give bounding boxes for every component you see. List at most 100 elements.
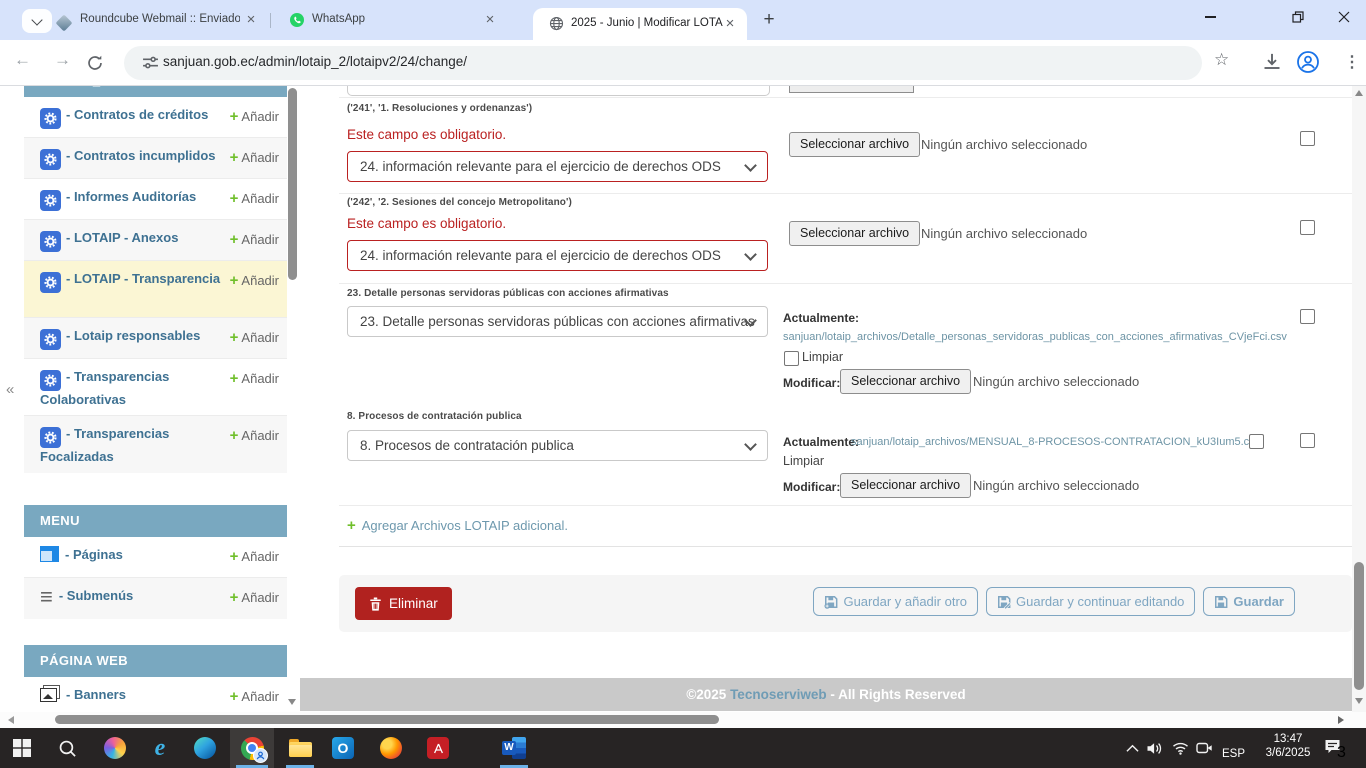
- word-icon: W: [502, 737, 526, 759]
- tray-clock[interactable]: 13:47 3/6/2025: [1258, 733, 1318, 759]
- sidebar-item-lotaip-responsables[interactable]: - Lotaip responsables: [40, 328, 200, 343]
- sidebar-item-transparencias-focalizadas[interactable]: - Transparencias Focalizadas: [40, 426, 169, 464]
- clear-checkbox-23[interactable]: [784, 351, 799, 366]
- page-scrollbar-thumb[interactable]: [1354, 562, 1364, 690]
- tab-search-button[interactable]: [22, 9, 52, 33]
- sidebar-scrollbar-thumb[interactable]: [288, 88, 297, 280]
- scroll-down-icon[interactable]: [1355, 698, 1363, 704]
- browser-menu-icon[interactable]: ⋮: [1344, 52, 1360, 72]
- sidebar-item-submenus[interactable]: ≡- Submenús: [40, 588, 133, 603]
- close-tab-icon[interactable]: ×: [721, 15, 739, 33]
- scroll-left-icon[interactable]: [8, 716, 14, 724]
- sidebar-item-transparencias-colaborativas[interactable]: - Transparencias Colaborativas: [40, 369, 169, 407]
- sidebar-gap: [24, 619, 287, 645]
- add-link[interactable]: +Añadir: [230, 370, 279, 387]
- window-close-button[interactable]: [1322, 0, 1366, 34]
- tray-notification-button[interactable]: 3: [1324, 738, 1342, 760]
- url-text[interactable]: sanjuan.gob.ec/admin/lotaip_2/lotaipv2/2…: [163, 54, 467, 69]
- file-button-241[interactable]: Seleccionar archivo: [789, 132, 920, 157]
- select-242[interactable]: 24. información relevante para el ejerci…: [347, 240, 768, 271]
- save-plus-icon: [824, 595, 838, 609]
- tray-expand-button[interactable]: [1120, 736, 1144, 760]
- add-link[interactable]: +Añadir: [230, 108, 279, 125]
- taskbar-explorer-button[interactable]: [288, 736, 312, 760]
- file-status: Ningún archivo seleccionado: [973, 374, 1139, 389]
- submit-row: Eliminar Guardar y añadir otro Guardar y…: [339, 575, 1352, 632]
- delete-checkbox-242[interactable]: [1300, 220, 1315, 235]
- add-link[interactable]: +Añadir: [230, 231, 279, 248]
- select-241[interactable]: 24. información relevante para el ejerci…: [347, 151, 768, 182]
- delete-checkbox-23[interactable]: [1300, 309, 1315, 324]
- save-button[interactable]: Guardar: [1203, 587, 1295, 616]
- hscrollbar-thumb[interactable]: [55, 715, 719, 724]
- scroll-up-icon[interactable]: [1355, 90, 1363, 96]
- current-file-link[interactable]: sanjuan/lotaip_archivos/Detalle_personas…: [783, 331, 1287, 343]
- tray-meetnow-button[interactable]: [1192, 736, 1216, 760]
- taskbar-chrome-button[interactable]: [240, 736, 264, 760]
- sidebar-item-contratos-incumplidos[interactable]: - Contratos incumplidos: [40, 148, 216, 163]
- taskbar-ie-button[interactable]: e: [148, 736, 172, 760]
- delete-button[interactable]: Eliminar: [355, 587, 452, 620]
- start-button[interactable]: [10, 736, 34, 760]
- taskbar-edge-button[interactable]: [193, 736, 217, 760]
- sidebar-item-lotaip-transparencia[interactable]: - LOTAIP - Transparencia: [40, 271, 220, 286]
- forward-button[interactable]: →: [54, 50, 71, 70]
- sidebar-scroll-down-icon[interactable]: [288, 699, 296, 705]
- taskbar-firefox-button[interactable]: [379, 736, 403, 760]
- footer-brand-link[interactable]: Tecnoserviweb: [730, 687, 827, 702]
- save-continue-button[interactable]: Guardar y continuar editando: [986, 587, 1195, 616]
- file-button-242[interactable]: Seleccionar archivo: [789, 221, 920, 246]
- download-icon[interactable]: [1262, 52, 1282, 72]
- tab-active-lotaip[interactable]: 2025 - Junio | Modificar LOTAIP ×: [533, 8, 747, 40]
- bookmark-star-icon[interactable]: ☆: [1214, 50, 1229, 70]
- banners-icon: [40, 687, 60, 702]
- taskbar-acrobat-button[interactable]: [426, 736, 450, 760]
- taskbar-outlook-button[interactable]: O: [331, 736, 355, 760]
- sidebar-collapse-arrow[interactable]: «: [6, 381, 14, 398]
- sidebar-row-selected: +Añadir - LOTAIP - Transparencia: [24, 261, 287, 318]
- taskbar-copilot-button[interactable]: [103, 736, 127, 760]
- scroll-right-icon[interactable]: [1338, 716, 1344, 724]
- add-link[interactable]: +Añadir: [230, 548, 279, 565]
- new-tab-button[interactable]: +: [757, 8, 781, 32]
- add-lotaip-file-link[interactable]: +Agregar Archivos LOTAIP adicional.: [347, 517, 568, 535]
- add-link[interactable]: +Añadir: [230, 149, 279, 166]
- close-tab-icon[interactable]: ×: [242, 11, 260, 29]
- sidebar-item-paginas[interactable]: - Páginas: [40, 547, 123, 562]
- add-link[interactable]: +Añadir: [230, 190, 279, 207]
- save-label: Guardar: [1233, 594, 1284, 609]
- window-minimize-button[interactable]: [1188, 0, 1232, 34]
- close-tab-icon[interactable]: ×: [481, 11, 499, 29]
- sidebar-item-contratos-creditos[interactable]: - Contratos de créditos: [40, 107, 208, 122]
- save-add-button[interactable]: Guardar y añadir otro: [813, 587, 978, 616]
- taskbar-search-button[interactable]: [55, 736, 79, 760]
- sidebar-item-lotaip-anexos[interactable]: - LOTAIP - Anexos: [40, 230, 178, 245]
- window-maximize-button[interactable]: [1276, 0, 1320, 34]
- back-button[interactable]: ←: [14, 50, 31, 70]
- chevron-down-icon: [744, 248, 757, 261]
- clear-checkbox-8[interactable]: [1249, 434, 1264, 449]
- select-23-detalle[interactable]: 23. Detalle personas servidoras públicas…: [347, 306, 768, 337]
- add-link[interactable]: +Añadir: [230, 329, 279, 346]
- tray-volume-button[interactable]: [1142, 736, 1166, 760]
- add-link[interactable]: +Añadir: [230, 427, 279, 444]
- add-link[interactable]: +Añadir: [230, 589, 279, 606]
- select-8-procesos[interactable]: 8. Procesos de contratación publica: [347, 430, 768, 461]
- taskbar-word-button[interactable]: W: [502, 736, 526, 760]
- profile-avatar[interactable]: [1297, 51, 1319, 73]
- tune-icon[interactable]: [142, 54, 159, 71]
- current-file-link[interactable]: sanjuan/lotaip_archivos/MENSUAL_8-PROCES…: [851, 436, 1260, 448]
- delete-checkbox-8[interactable]: [1300, 433, 1315, 448]
- sidebar-item-banners[interactable]: - Banners: [40, 687, 126, 702]
- sidebar-row: +Añadir - Lotaip responsables: [24, 318, 287, 359]
- add-link[interactable]: +Añadir: [230, 688, 279, 705]
- tray-wifi-button[interactable]: [1168, 736, 1192, 760]
- tray-language[interactable]: ESP: [1222, 748, 1245, 760]
- file-button-23[interactable]: Seleccionar archivo: [840, 369, 971, 394]
- delete-checkbox-241[interactable]: [1300, 131, 1315, 146]
- sidebar-item-informes-auditorias[interactable]: - Informes Auditorías: [40, 189, 196, 204]
- file-button-8[interactable]: Seleccionar archivo: [840, 473, 971, 498]
- add-link[interactable]: +Añadir: [230, 272, 279, 289]
- footer-rights: - All Rights Reserved: [830, 687, 965, 702]
- reload-button[interactable]: [86, 54, 104, 72]
